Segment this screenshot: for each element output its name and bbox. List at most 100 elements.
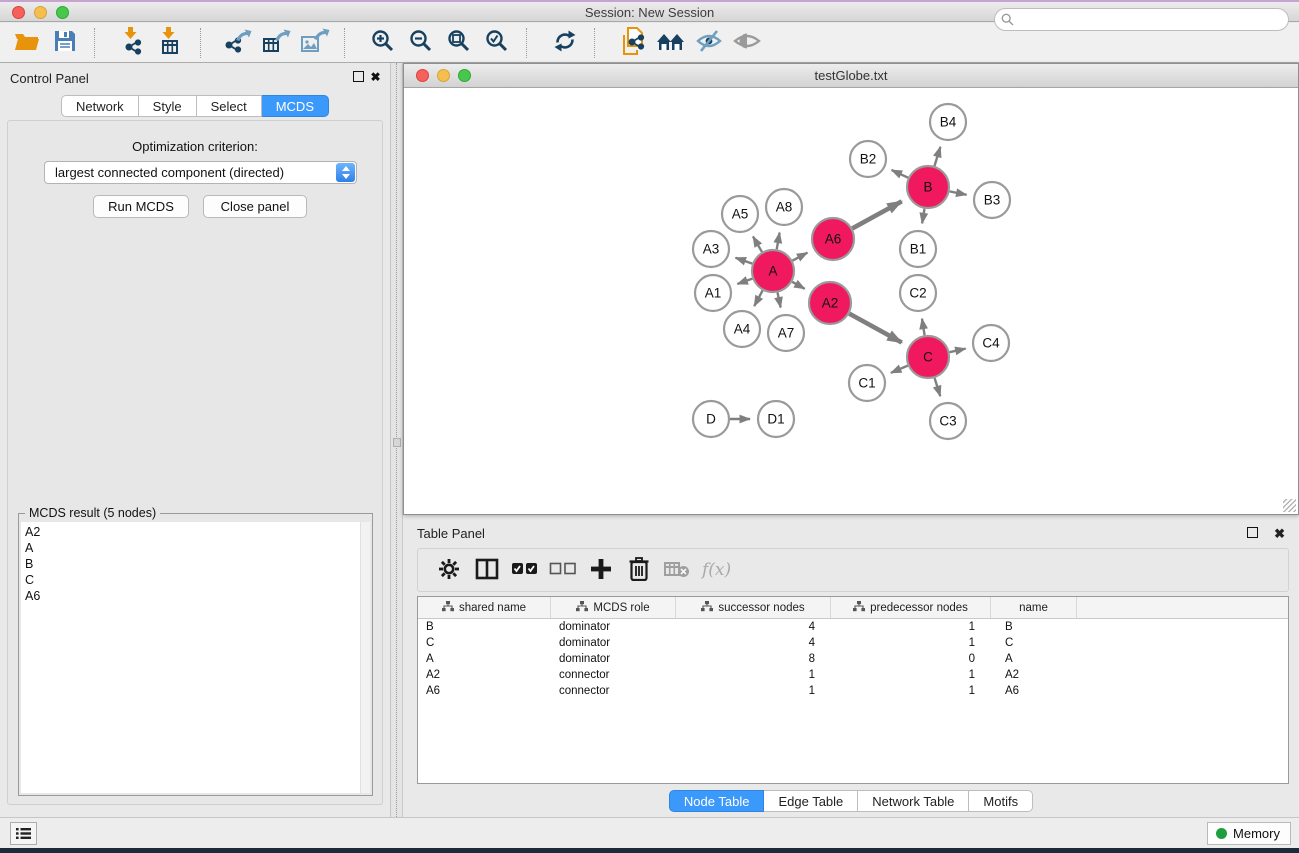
- mcds-result-item[interactable]: C: [25, 572, 360, 588]
- zoom-fit-button[interactable]: [440, 26, 478, 60]
- run-mcds-button[interactable]: Run MCDS: [93, 195, 189, 218]
- edge-B-B2[interactable]: [892, 170, 909, 178]
- tab-network[interactable]: Network: [61, 95, 139, 117]
- table-row[interactable]: A2connector11A2: [418, 667, 1288, 683]
- edge-A-A7[interactable]: [778, 293, 781, 308]
- save-session-button[interactable]: [46, 26, 84, 60]
- cell[interactable]: connector: [551, 683, 676, 699]
- cell[interactable]: A2: [991, 667, 1077, 683]
- cell[interactable]: dominator: [551, 651, 676, 667]
- show-graphics-details-button[interactable]: [728, 26, 766, 60]
- edge-C-C4[interactable]: [949, 349, 965, 353]
- edge-A-A8[interactable]: [777, 233, 780, 250]
- column-header-predecessor-nodes[interactable]: predecessor nodes: [831, 597, 991, 618]
- mcds-result-item[interactable]: B: [25, 556, 360, 572]
- divider-handle[interactable]: [393, 438, 401, 447]
- close-panel-button[interactable]: Close panel: [203, 195, 307, 218]
- edge-A-A5[interactable]: [753, 237, 762, 252]
- network-graph[interactable]: B4B2BB3A8A5A6A3B1AA1C2A2A4A7C4CC1C3DD1: [405, 89, 1298, 515]
- duplicate-network-button[interactable]: [614, 26, 652, 60]
- tab-network-table[interactable]: Network Table: [858, 790, 969, 812]
- cell[interactable]: 1: [831, 619, 991, 635]
- import-network-button[interactable]: [114, 26, 152, 60]
- delete-table-button[interactable]: [658, 554, 696, 586]
- mcds-result-scrollbar[interactable]: [360, 522, 370, 793]
- column-header-shared-name[interactable]: shared name: [418, 597, 551, 618]
- cell[interactable]: 1: [676, 683, 831, 699]
- add-row-button[interactable]: [582, 554, 620, 586]
- edge-A-A4[interactable]: [754, 290, 762, 306]
- cell[interactable]: 1: [676, 667, 831, 683]
- edge-C-C2[interactable]: [922, 319, 925, 336]
- apply-function-button[interactable]: f(x): [702, 560, 731, 580]
- node-table[interactable]: shared nameMCDS rolesuccessor nodesprede…: [417, 596, 1289, 784]
- edge-A-A3[interactable]: [736, 258, 753, 264]
- float-table-panel-icon[interactable]: [1247, 527, 1258, 538]
- export-image-button[interactable]: [296, 26, 334, 60]
- edge-C-C3[interactable]: [935, 378, 941, 396]
- edge-B-B4[interactable]: [934, 147, 940, 166]
- cell[interactable]: 1: [831, 635, 991, 651]
- select-all-button[interactable]: [506, 554, 544, 586]
- window-resize-grip[interactable]: [1283, 499, 1296, 512]
- table-row[interactable]: Adominator80A: [418, 651, 1288, 667]
- cell[interactable]: 1: [831, 683, 991, 699]
- zoom-in-button[interactable]: [364, 26, 402, 60]
- tab-mcds[interactable]: MCDS: [262, 95, 329, 117]
- open-session-button[interactable]: [8, 26, 46, 60]
- panel-divider[interactable]: [391, 63, 403, 817]
- tab-select[interactable]: Select: [197, 95, 262, 117]
- mcds-result-item[interactable]: A6: [25, 588, 360, 604]
- cell[interactable]: B: [418, 619, 551, 635]
- home-button[interactable]: [652, 26, 690, 60]
- delete-row-button[interactable]: [620, 554, 658, 586]
- memory-button[interactable]: Memory: [1207, 822, 1291, 845]
- zoom-selected-button[interactable]: [478, 26, 516, 60]
- column-header-name[interactable]: name: [991, 597, 1077, 618]
- tab-edge-table[interactable]: Edge Table: [764, 790, 858, 812]
- tab-style[interactable]: Style: [139, 95, 197, 117]
- column-header-successor-nodes[interactable]: successor nodes: [676, 597, 831, 618]
- cell[interactable]: A: [418, 651, 551, 667]
- task-history-button[interactable]: [10, 822, 37, 845]
- search-input[interactable]: [994, 8, 1289, 31]
- cell[interactable]: C: [418, 635, 551, 651]
- hide-panels-button[interactable]: [690, 26, 728, 60]
- tab-motifs[interactable]: Motifs: [969, 790, 1033, 812]
- export-network-button[interactable]: [220, 26, 258, 60]
- cell[interactable]: 4: [676, 635, 831, 651]
- cell[interactable]: A6: [418, 683, 551, 699]
- close-panel-icon[interactable]: ✖: [369, 71, 382, 84]
- table-options-button[interactable]: [430, 554, 468, 586]
- edge-A-A1[interactable]: [737, 279, 752, 284]
- column-header-MCDS-role[interactable]: MCDS role: [551, 597, 676, 618]
- mcds-result-item[interactable]: A2: [25, 524, 360, 540]
- optimization-criterion-select[interactable]: largest connected component (directed): [44, 161, 357, 184]
- tab-node-table[interactable]: Node Table: [669, 790, 765, 812]
- edge-B-B3[interactable]: [950, 191, 967, 194]
- mcds-result-item[interactable]: A: [25, 540, 360, 556]
- zoom-out-button[interactable]: [402, 26, 440, 60]
- cell[interactable]: A: [991, 651, 1077, 667]
- cell[interactable]: connector: [551, 667, 676, 683]
- edge-A2-C[interactable]: [849, 314, 901, 343]
- cell[interactable]: 0: [831, 651, 991, 667]
- table-row[interactable]: A6connector11A6: [418, 683, 1288, 699]
- deselect-all-button[interactable]: [544, 554, 582, 586]
- cell[interactable]: A2: [418, 667, 551, 683]
- cell[interactable]: dominator: [551, 635, 676, 651]
- show-columns-button[interactable]: [468, 554, 506, 586]
- cell[interactable]: dominator: [551, 619, 676, 635]
- edge-A-A2[interactable]: [792, 282, 805, 289]
- network-window-titlebar[interactable]: testGlobe.txt: [404, 64, 1298, 88]
- export-table-button[interactable]: [258, 26, 296, 60]
- float-panel-icon[interactable]: [353, 71, 364, 82]
- edge-A6-B[interactable]: [852, 201, 901, 228]
- edge-C-C1[interactable]: [891, 366, 908, 373]
- network-canvas[interactable]: B4B2BB3A8A5A6A3B1AA1C2A2A4A7C4CC1C3DD1: [405, 89, 1297, 513]
- cell[interactable]: 1: [831, 667, 991, 683]
- edge-B-B1[interactable]: [922, 209, 924, 224]
- table-row[interactable]: Bdominator41B: [418, 619, 1288, 635]
- import-table-button[interactable]: [152, 26, 190, 60]
- cell[interactable]: 4: [676, 619, 831, 635]
